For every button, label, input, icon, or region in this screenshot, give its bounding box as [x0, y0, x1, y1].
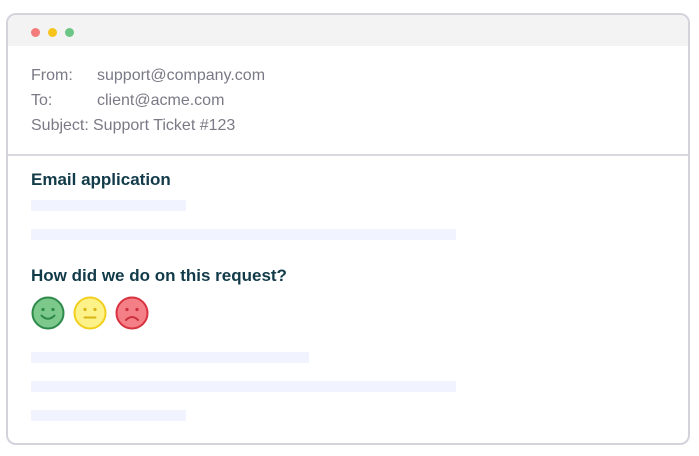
subject-value: Support Ticket #123 [93, 117, 236, 134]
from-label: From: [31, 67, 73, 84]
maximize-window-button[interactable] [65, 28, 74, 37]
rating-question: How did we do on this request? [31, 266, 287, 285]
sad-face-icon[interactable] [115, 296, 149, 330]
title-bar [8, 15, 688, 46]
to-value: client@acme.com [97, 92, 225, 109]
placeholder-text-line [31, 410, 186, 421]
from-value: support@company.com [97, 67, 266, 84]
happy-face-icon[interactable] [31, 296, 65, 330]
subject-label: Subject: [31, 117, 89, 134]
header-divider [8, 154, 688, 156]
email-window: From: support@company.com To: client@acm… [6, 13, 690, 445]
placeholder-text-line [31, 200, 186, 211]
placeholder-text-line [31, 381, 456, 392]
email-heading: Email application [31, 170, 171, 189]
placeholder-text-line [31, 352, 309, 363]
to-label: To: [31, 92, 53, 109]
placeholder-text-line [31, 229, 456, 240]
close-window-button[interactable] [31, 28, 40, 37]
neutral-face-icon[interactable] [73, 296, 107, 330]
minimize-window-button[interactable] [48, 28, 57, 37]
